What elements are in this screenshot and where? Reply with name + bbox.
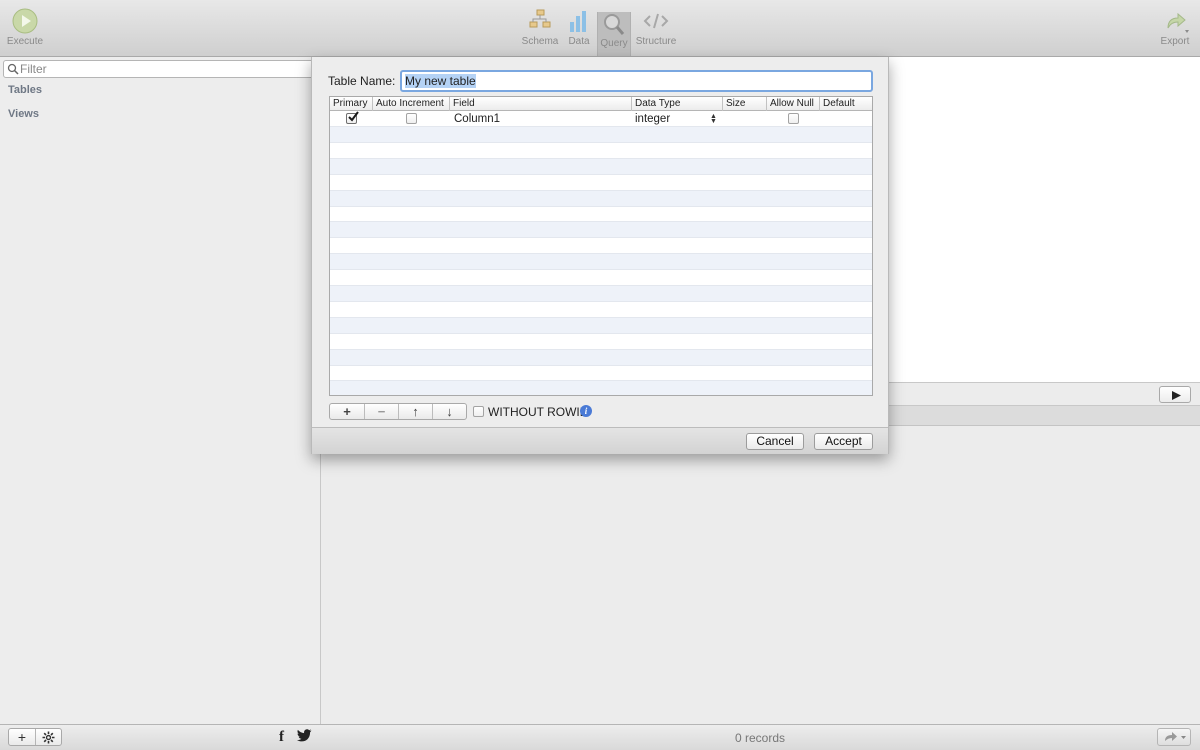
grid-tools: + − ↑ ↓ (329, 403, 467, 420)
table-row-bg (330, 317, 872, 334)
gear-button[interactable] (35, 729, 61, 745)
data-type-stepper-icon[interactable]: ▲ ▼ (710, 113, 717, 125)
table-row-bg (330, 158, 872, 175)
table-row-bg (330, 254, 872, 271)
structure-button[interactable]: Structure (634, 8, 678, 47)
run-query-button[interactable] (1159, 386, 1191, 403)
table-row-bg (330, 190, 872, 207)
records-count: 0 records (734, 731, 786, 745)
table-row-bg (330, 365, 872, 382)
remove-column-button[interactable]: − (364, 404, 398, 419)
columns-table[interactable]: Primary Auto Increment Field Data Type S… (329, 96, 873, 396)
status-bar: + f 0 records (0, 724, 1200, 750)
code-icon (643, 13, 669, 29)
twitter-icon[interactable] (297, 729, 312, 742)
columns-table-header: Primary Auto Increment Field Data Type S… (330, 97, 872, 111)
checkmark-icon (348, 111, 359, 122)
data-type-cell[interactable]: integer (635, 111, 670, 127)
query-button[interactable]: Query (597, 12, 631, 56)
without-rowid-label[interactable]: WITHOUT ROWID (488, 405, 588, 419)
sidebar-section-tables[interactable]: Tables (8, 84, 42, 96)
data-button[interactable]: Data (564, 8, 594, 47)
info-icon[interactable]: i (580, 405, 592, 417)
filter-field[interactable] (3, 60, 315, 78)
table-row-bg (330, 206, 872, 223)
accept-button[interactable]: Accept (814, 433, 873, 450)
export-label: Export (1160, 36, 1190, 47)
magnifier-icon (604, 14, 625, 35)
add-column-button[interactable]: + (330, 404, 364, 419)
table-row-bg (330, 349, 872, 366)
table-name-input[interactable]: My new table (400, 70, 873, 92)
table-row-bg (330, 270, 872, 286)
column-header-allow-null[interactable]: Allow Null (767, 97, 820, 111)
execute-label: Execute (6, 36, 44, 47)
data-label: Data (568, 36, 590, 47)
share-arrow-icon (1165, 732, 1186, 741)
table-row-bg (330, 285, 872, 302)
table-row-bg (330, 126, 872, 143)
auto-increment-checkbox[interactable] (406, 113, 417, 124)
search-icon (7, 63, 19, 75)
primary-checkbox[interactable] (346, 111, 359, 124)
field-cell[interactable]: Column1 (454, 111, 500, 127)
dialog-footer: Cancel Accept (312, 427, 888, 454)
column-header-default[interactable]: Default (820, 97, 872, 111)
table-row-bg (330, 175, 872, 191)
export-icon (1167, 12, 1189, 33)
create-table-dialog: Table Name: My new table Primary Auto In… (311, 57, 889, 454)
schema-label: Schema (521, 36, 559, 47)
column-header-auto-increment[interactable]: Auto Increment (373, 97, 450, 111)
table-row-bg (330, 302, 872, 318)
table-row-bg (330, 222, 872, 239)
results-area (321, 426, 1200, 724)
structure-label: Structure (635, 36, 677, 47)
cancel-button[interactable]: Cancel (746, 433, 804, 450)
schema-button[interactable]: Schema (521, 8, 559, 47)
table-row-bg (330, 143, 872, 159)
share-button[interactable] (1157, 728, 1191, 746)
column-header-primary[interactable]: Primary (330, 97, 373, 111)
sidebar-actions: + (8, 728, 62, 746)
table-row-bg (330, 381, 872, 395)
add-button[interactable]: + (9, 729, 35, 745)
play-icon (12, 8, 38, 34)
move-down-button[interactable]: ↓ (432, 404, 466, 419)
column-header-field[interactable]: Field (450, 97, 632, 111)
sidebar: Tables Views (0, 57, 321, 724)
table-row-bg (330, 334, 872, 350)
without-rowid-checkbox[interactable] (473, 406, 484, 417)
table-name-label: Table Name: (328, 74, 396, 88)
execute-button[interactable]: Execute (6, 8, 44, 47)
play-icon (1172, 391, 1181, 400)
gear-icon (42, 731, 55, 743)
bar-chart-icon (570, 11, 586, 32)
table-row-bg (330, 238, 872, 255)
toolbar: Execute Schema Data Query Structure Expo… (0, 0, 1200, 57)
move-up-button[interactable]: ↑ (398, 404, 432, 419)
filter-input[interactable] (20, 62, 310, 76)
table-name-value[interactable]: My new table (405, 74, 476, 88)
query-label: Query (600, 38, 628, 49)
sidebar-section-views[interactable]: Views (8, 108, 39, 120)
allow-null-checkbox[interactable] (788, 113, 799, 124)
export-button[interactable]: Export (1156, 8, 1194, 47)
column-header-data-type[interactable]: Data Type (632, 97, 723, 111)
facebook-icon[interactable]: f (279, 729, 284, 746)
schema-icon (529, 9, 551, 28)
column-header-size[interactable]: Size (723, 97, 767, 111)
